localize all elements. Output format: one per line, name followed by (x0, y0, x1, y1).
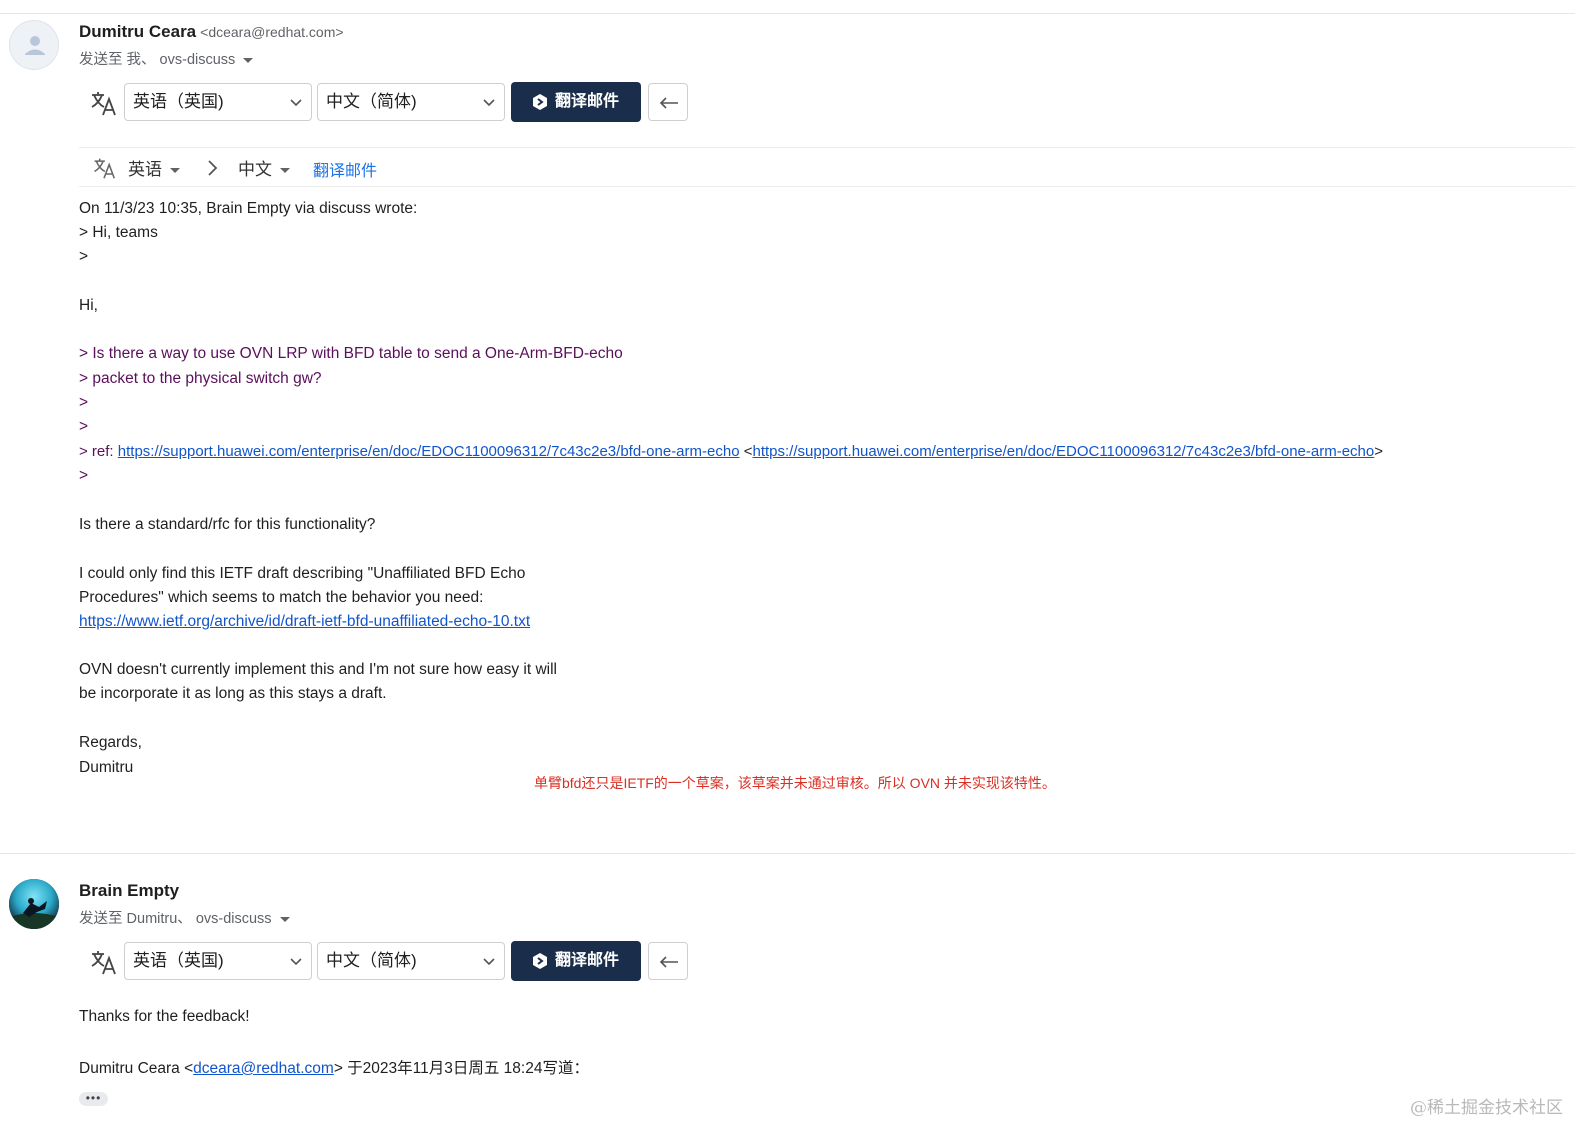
ietf-link[interactable]: https://www.ietf.org/archive/id/draft-ie… (79, 613, 530, 631)
recipients-text: 发送至 Dumitru、 ovs-discuss (79, 911, 272, 927)
source-language-value: 英语（英国) (133, 92, 224, 111)
body-line: Thanks for the feedback! (79, 1008, 250, 1025)
sender-name[interactable]: Dumitru Ceara <dceara@redhat.com> (79, 22, 344, 42)
body-line: I could only find this IETF draft descri… (79, 565, 526, 582)
strip-source-text: 英语 (128, 160, 162, 179)
ref-suffix: > (1374, 443, 1384, 460)
target-language-value: 中文（简体) (326, 92, 417, 111)
body-line: > Hi, teams (79, 224, 158, 241)
sender-name-text: Dumitru Ceara (79, 22, 197, 41)
red-annotation: 单臂bfd还只是IETF的一个草案，该草案并未通过审核。所以 OVN 并未实现该… (534, 775, 1056, 791)
source-language-value: 英语（英国) (133, 951, 224, 970)
show-trimmed-content-button[interactable]: ••• (79, 1092, 108, 1106)
sender-name[interactable]: Brain Empty (79, 881, 179, 901)
chevron-down-icon (483, 958, 495, 966)
ref-mid: < (739, 443, 753, 460)
translate-email-button[interactable]: 翻译邮件 (511, 941, 641, 981)
body-line: Is there a standard/rfc for this functio… (79, 516, 376, 533)
caret-down-icon (279, 916, 290, 922)
body-line: Hi, (79, 297, 98, 314)
translate-email-button[interactable]: 翻译邮件 (511, 82, 641, 122)
top-divider (0, 13, 1575, 14)
body-line: be incorporate it as long as this stays … (79, 685, 387, 702)
huawei-link-2[interactable]: https://support.huawei.com/enterprise/en… (752, 443, 1374, 460)
body-line: > (79, 248, 89, 265)
quoted-line: > packet to the physical switch gw? (79, 370, 322, 387)
strip-target-text: 中文 (238, 160, 272, 179)
translate-icon (94, 158, 116, 179)
quote-header-prefix: Dumitru Ceara < (79, 1060, 194, 1077)
message-divider (0, 853, 1575, 854)
body-line: On 11/3/23 10:35, Brain Empty via discus… (79, 200, 418, 217)
translate-button-label: 翻译邮件 (555, 93, 620, 110)
quoted-line: > Is there a way to use OVN LRP with BFD… (79, 345, 623, 362)
chevron-down-icon (290, 99, 302, 107)
email-link[interactable]: dceara@redhat.com (193, 1060, 334, 1077)
watermark: @稀土掘金技术社区 (1410, 1098, 1563, 1118)
arrow-left-icon (659, 956, 678, 968)
chevron-right-icon (208, 160, 218, 176)
recipients-dropdown[interactable]: 发送至 我、 ovs-discuss (79, 48, 254, 69)
quoted-line: > (79, 418, 89, 435)
huawei-link[interactable]: https://support.huawei.com/enterprise/en… (118, 443, 740, 460)
translate-toolbar: 英语（英国) 中文（简体) 翻译邮件 (79, 82, 699, 124)
source-language-select[interactable]: 英语（英国) (124, 942, 312, 980)
target-language-select[interactable]: 中文（简体) (317, 83, 505, 121)
translate-icon (91, 951, 116, 975)
caret-down-icon (280, 168, 290, 174)
translate-icon (91, 92, 116, 116)
source-language-select[interactable]: 英语（英国) (124, 83, 312, 121)
sender-email: <dceara@redhat.com> (200, 24, 344, 40)
translate-engine-icon (533, 94, 547, 110)
chevron-down-icon (483, 99, 495, 107)
caret-down-icon (170, 168, 180, 174)
user-avatar[interactable] (9, 879, 59, 929)
body-line: OVN doesn't currently implement this and… (79, 661, 558, 678)
ref-line: > ref: https://support.huawei.com/enterp… (79, 443, 1383, 460)
body-line: Procedures" which seems to match the beh… (79, 589, 484, 606)
translate-engine-icon (533, 953, 547, 969)
translation-strip: 英语 中文 翻译邮件 (79, 147, 1575, 187)
quote-header: Dumitru Ceara <dceara@redhat.com> 于2023年… (79, 1056, 589, 1078)
back-button[interactable] (648, 942, 688, 980)
quoted-line: > (79, 394, 89, 411)
body-line: Dumitru (79, 759, 134, 776)
caret-down-icon (243, 57, 254, 63)
translate-button-label: 翻译邮件 (555, 952, 620, 969)
quoted-line: > (79, 467, 89, 484)
quote-header-suffix: > 于2023年11月3日周五 18:24写道： (333, 1060, 589, 1077)
recipients-dropdown[interactable]: 发送至 Dumitru、 ovs-discuss (79, 907, 290, 928)
target-language-select[interactable]: 中文（简体) (317, 942, 505, 980)
chevron-down-icon (290, 958, 302, 966)
ref-prefix: > ref: (79, 443, 118, 460)
strip-translate-link[interactable]: 翻译邮件 (313, 157, 377, 181)
default-avatar-icon[interactable] (9, 20, 59, 70)
strip-target-language[interactable]: 中文 (238, 155, 290, 180)
back-button[interactable] (648, 83, 688, 121)
strip-source-language[interactable]: 英语 (128, 155, 180, 180)
translate-toolbar: 英语（英国) 中文（简体) 翻译邮件 (79, 941, 699, 983)
body-line: Regards, (79, 734, 142, 751)
arrow-left-icon (659, 97, 678, 109)
recipients-text: 发送至 我、 ovs-discuss (79, 52, 236, 68)
target-language-value: 中文（简体) (326, 951, 417, 970)
